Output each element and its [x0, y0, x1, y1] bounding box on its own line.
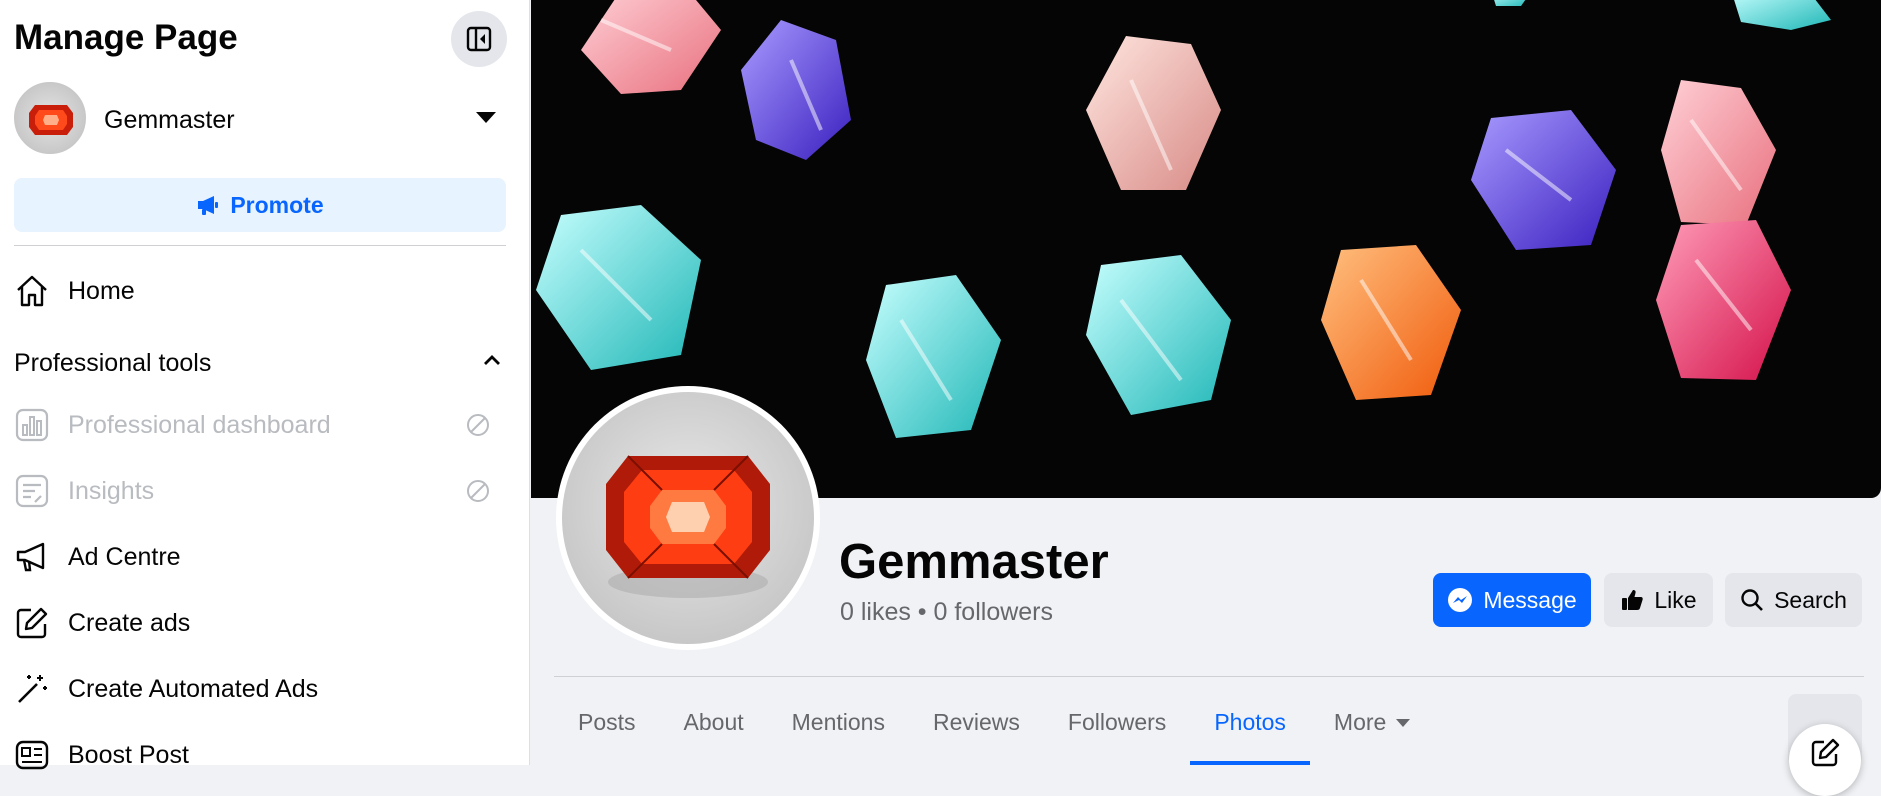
promote-button[interactable]: Promote [14, 178, 506, 232]
megaphone-icon [198, 196, 219, 215]
unavailable-icon [467, 480, 489, 502]
page-title: Gemmaster [839, 535, 1109, 589]
edit-icon [14, 605, 50, 641]
sidebar-item-boost-post[interactable]: Boost Post [14, 730, 514, 780]
search-icon [1741, 589, 1763, 611]
like-button[interactable]: Like [1604, 573, 1713, 627]
sidebar-item-ad-centre[interactable]: Ad Centre [14, 532, 514, 582]
sidebar-item-label: Insights [68, 476, 155, 505]
chevron-up-icon [484, 355, 500, 365]
tab-followers[interactable]: Followers [1044, 690, 1190, 755]
tab-more[interactable]: More [1310, 690, 1434, 755]
home-icon [14, 273, 50, 309]
sidebar-toggle-icon [466, 26, 492, 52]
megaphone-icon [14, 539, 50, 575]
sidebar-item-label: Professional dashboard [68, 410, 331, 439]
sidebar-item-create-automated-ads[interactable]: Create Automated Ads [14, 664, 514, 714]
page-avatar [14, 82, 86, 154]
professional-tools-section[interactable]: Professional tools [14, 345, 506, 381]
page-stats: 0 likes • 0 followers [840, 598, 1054, 626]
tab-posts[interactable]: Posts [554, 690, 660, 755]
tab-reviews[interactable]: Reviews [909, 690, 1044, 755]
profile-picture[interactable] [556, 386, 820, 650]
caret-down-icon[interactable] [476, 112, 496, 123]
sidebar-item-create-ads[interactable]: Create ads [14, 598, 514, 648]
message-label: Message [1483, 586, 1577, 613]
section-label: Professional tools [14, 348, 212, 377]
boost-post-icon [14, 737, 50, 773]
sidebar-item-label: Boost Post [68, 740, 189, 769]
messenger-icon [1448, 588, 1473, 612]
sidebar-item-label: Create ads [68, 608, 191, 637]
magic-wand-icon [14, 671, 50, 707]
message-button[interactable]: Message [1433, 573, 1591, 627]
dashboard-icon [14, 407, 50, 443]
page-switcher[interactable]: Gemmaster [14, 82, 506, 154]
unavailable-icon [467, 414, 489, 436]
profile-divider [554, 676, 1864, 677]
compose-icon [1811, 738, 1840, 767]
tab-mentions[interactable]: Mentions [768, 690, 909, 755]
search-button[interactable]: Search [1725, 573, 1862, 627]
sidebar-item-professional-dashboard[interactable]: Professional dashboard [14, 400, 514, 450]
search-label: Search [1774, 586, 1847, 613]
insights-icon [14, 473, 50, 509]
like-label: Like [1654, 586, 1697, 613]
thumbs-up-icon [1622, 590, 1644, 610]
page-name: Gemmaster [104, 106, 235, 134]
caret-down-icon [1396, 718, 1411, 727]
sidebar-item-insights[interactable]: Insights [14, 466, 514, 516]
sidebar-item-label: Home [68, 276, 135, 305]
promote-label: Promote [230, 191, 324, 218]
sidebar-title: Manage Page [14, 18, 238, 57]
tab-photos[interactable]: Photos [1190, 690, 1310, 765]
sidebar-item-home[interactable]: Home [14, 266, 514, 316]
profile-image [562, 392, 814, 644]
sidebar-item-label: Create Automated Ads [68, 674, 319, 703]
page-tabs: Posts About Mentions Reviews Followers P… [554, 690, 1434, 765]
manage-page-sidebar: Manage Page Gemmaster Promote Home Profe… [0, 0, 530, 770]
collapse-sidebar-button[interactable] [451, 11, 507, 67]
compose-button[interactable] [1789, 724, 1861, 796]
sidebar-divider [14, 245, 506, 246]
tab-about[interactable]: About [660, 690, 768, 755]
sidebar-item-label: Ad Centre [68, 542, 181, 571]
